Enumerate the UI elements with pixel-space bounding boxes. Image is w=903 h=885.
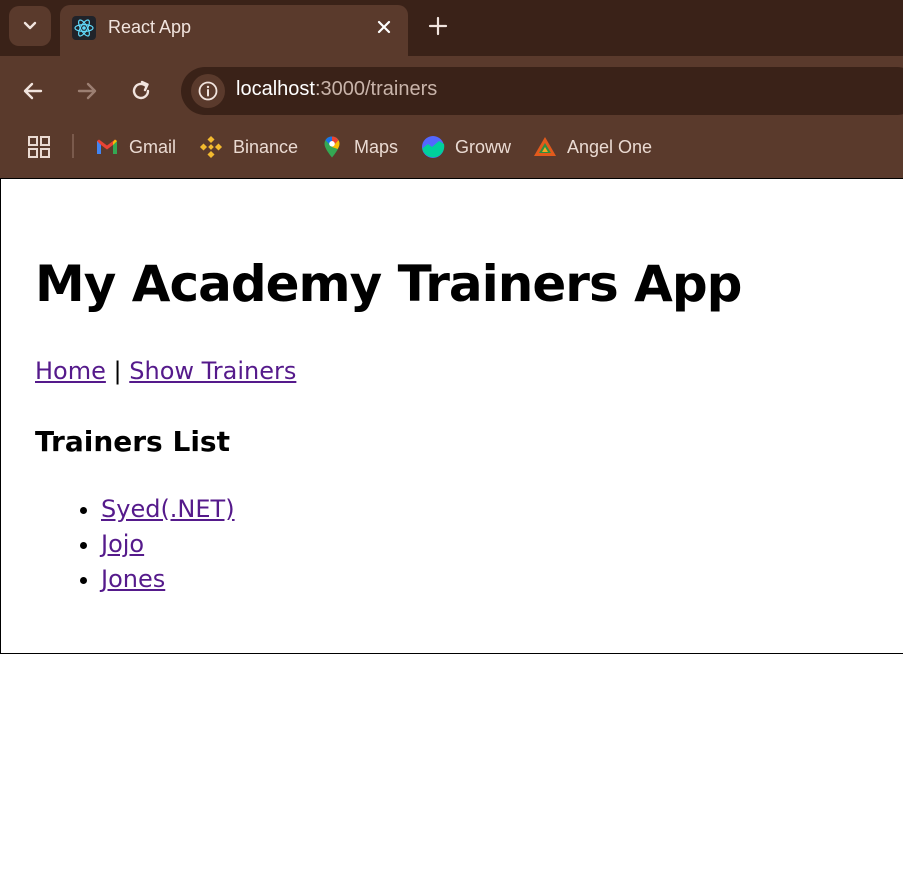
angel-one-icon [534,137,556,156]
info-icon [198,81,218,101]
bookmark-angel-one[interactable]: Angel One [533,132,652,162]
forward-arrow-icon[interactable] [74,78,100,104]
tab-search-button[interactable] [9,6,51,46]
list-item: Jojo [101,527,235,562]
list-item: Jones [101,562,235,597]
tab-strip: React App [0,0,903,56]
bookmark-label: Maps [354,136,399,157]
trainer-link[interactable]: Jones [101,565,165,593]
bookmark-label: Binance [233,136,299,157]
browser-toolbar: localhost:3000/trainers [0,56,903,126]
active-tab[interactable]: React App [60,5,408,56]
nav-separator: | [113,357,122,385]
bookmark-binance[interactable]: Binance [199,132,298,162]
apps-grid-icon[interactable] [28,136,50,158]
url-path: :3000/trainers [314,78,438,100]
show-trainers-link[interactable]: Show Trainers [129,357,296,385]
list-item: Syed(.NET) [101,492,235,527]
bookmarks-divider [72,134,74,158]
home-link[interactable]: Home [35,357,106,385]
site-info-button[interactable] [191,74,225,108]
react-icon [72,16,96,40]
close-icon[interactable] [374,17,394,37]
trainers-list-heading: Trainers List [35,425,230,458]
gmail-icon [97,139,117,154]
binance-icon [199,135,223,159]
page-viewport: My Academy Trainers App Home | Show Trai… [0,178,903,885]
bookmark-maps[interactable]: Maps [320,132,398,162]
trainer-link[interactable]: Syed(.NET) [101,495,235,523]
bookmark-label: Groww [455,136,512,157]
new-tab-plus-icon[interactable] [426,14,450,38]
trainer-link[interactable]: Jojo [101,530,144,558]
url-host: localhost [236,78,315,100]
bookmarks-bar: Gmail Binance Maps Groww Angel One [0,126,903,178]
bookmark-gmail[interactable]: Gmail [95,132,176,162]
reload-icon[interactable] [128,78,154,104]
url-text[interactable]: localhost:3000/trainers [236,78,437,101]
bookmark-label: Angel One [567,136,653,157]
trainers-list: Syed(.NET) Jojo Jones [67,492,235,597]
bookmark-label: Gmail [129,136,177,157]
app-container: My Academy Trainers App Home | Show Trai… [0,178,903,654]
back-arrow-icon[interactable] [20,78,46,104]
groww-icon [422,136,445,158]
app-nav: Home | Show Trainers [35,357,296,385]
bookmark-groww[interactable]: Groww [421,132,511,162]
maps-icon [324,136,340,158]
page-title: My Academy Trainers App [35,255,742,313]
address-bar[interactable]: localhost:3000/trainers [181,67,903,115]
tab-title: React App [108,17,192,37]
chevron-down-icon [23,21,37,30]
